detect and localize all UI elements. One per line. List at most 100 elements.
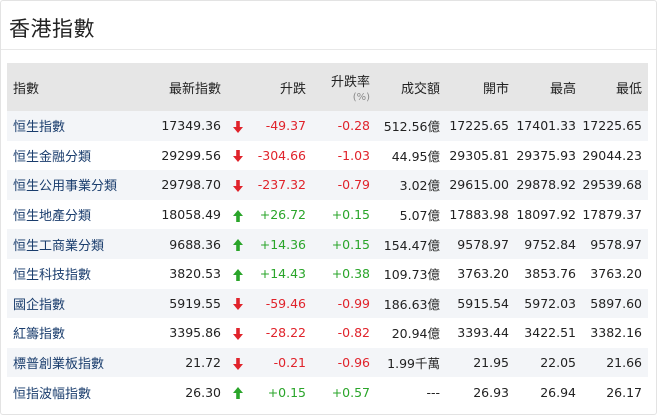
table-row: 恒指波幅指數 26.30 +0.15 +0.57 --- 26.93 26.94…: [7, 377, 648, 407]
col-header-change[interactable]: 升跌: [249, 63, 312, 111]
trend-arrow-icon: [227, 289, 249, 319]
index-name-link[interactable]: 標普創業板指數: [7, 348, 147, 378]
arrow-up-icon: [233, 209, 243, 222]
open-value: 3763.20: [457, 266, 509, 282]
change-value: +14.43: [259, 266, 306, 282]
low-value: 3382.16: [590, 325, 642, 341]
col-header-open[interactable]: 開市: [446, 63, 515, 111]
col-header-turnover[interactable]: 成交額: [376, 63, 446, 111]
open-value: 3393.44: [457, 325, 509, 341]
low-value: 5897.60: [590, 295, 642, 311]
col-header-pct-unit: (%): [352, 92, 370, 103]
low-value: 3763.20: [590, 266, 642, 282]
high-value: 29878.92: [516, 177, 576, 193]
table-row: 恒生公用事業分類 29798.70 -237.32 -0.79 3.02億 29…: [7, 170, 648, 200]
index-name-link[interactable]: 恒生金融分類: [7, 141, 147, 171]
high-value: 22.05: [540, 355, 576, 371]
table-row: 標普創業板指數 21.72 -0.21 -0.96 1.99千萬 21.95 2…: [7, 347, 648, 378]
trend-arrow-icon: [227, 318, 249, 348]
last-value: 26.30: [185, 384, 221, 400]
change-pct-value: +0.15: [331, 236, 370, 252]
low-value: 29044.23: [582, 147, 642, 163]
open-value: 21.95: [473, 355, 509, 371]
index-name-link[interactable]: 恒生指數: [7, 111, 147, 141]
low-value: 21.66: [606, 355, 642, 371]
trend-arrow-icon: [227, 377, 249, 407]
index-name-link[interactable]: 恒生公用事業分類: [7, 170, 147, 200]
index-name-link[interactable]: 國企指數: [7, 289, 147, 319]
change-value: +0.15: [267, 384, 306, 400]
col-header-pct[interactable]: 升跌率 (%): [312, 63, 376, 111]
open-value: 17883.98: [449, 207, 509, 223]
open-value: 29305.81: [449, 147, 509, 163]
col-header-index[interactable]: 指數: [7, 63, 147, 111]
last-value: 18058.49: [161, 207, 221, 223]
last-value: 29299.56: [161, 147, 221, 163]
arrow-down-icon: [233, 180, 243, 193]
table-body: 恒生指數 17349.36 -49.37 -0.28 512.56億 17225…: [7, 111, 648, 407]
index-name-link[interactable]: 恒生工商業分類: [7, 229, 147, 259]
high-value: 18097.92: [516, 207, 576, 223]
change-value: -59.46: [265, 295, 306, 311]
high-value: 9752.84: [524, 236, 576, 252]
trend-arrow-icon: [227, 141, 249, 171]
last-value: 21.72: [185, 355, 221, 371]
table-row: 恒生工商業分類 9688.36 +14.36 +0.15 154.47億 957…: [7, 229, 648, 259]
change-value: -304.66: [257, 147, 306, 163]
arrow-up-icon: [233, 268, 243, 281]
turnover-value: 1.99千萬: [387, 356, 440, 372]
high-value: 29375.93: [516, 147, 576, 163]
arrow-down-icon: [233, 328, 243, 341]
col-header-last[interactable]: 最新指數: [147, 63, 227, 111]
low-value: 29539.68: [582, 177, 642, 193]
change-value: -49.37: [265, 118, 306, 134]
change-pct-value: -1.03: [337, 147, 370, 163]
table-row: 恒生指數 17349.36 -49.37 -0.28 512.56億 17225…: [7, 111, 648, 141]
open-value: 17225.65: [449, 118, 509, 134]
low-value: 17225.65: [582, 118, 642, 134]
col-header-low[interactable]: 最低: [582, 63, 648, 111]
arrow-down-icon: [233, 150, 243, 163]
table-row: 紅籌指數 3395.86 -28.22 -0.82 20.94億 3393.44…: [7, 318, 648, 348]
index-name-link[interactable]: 紅籌指數: [7, 318, 147, 348]
index-name-link[interactable]: 恒生科技指數: [7, 259, 147, 289]
col-header-high[interactable]: 最高: [515, 63, 582, 111]
open-value: 9578.97: [457, 236, 509, 252]
trend-arrow-icon: [227, 259, 249, 289]
trend-arrow-icon: [227, 229, 249, 259]
table-row: 恒生地產分類 18058.49 +26.72 +0.15 5.07億 17883…: [7, 199, 648, 230]
open-value: 26.93: [473, 384, 509, 400]
arrow-up-icon: [233, 387, 243, 400]
turnover-value: 186.63億: [383, 296, 440, 312]
change-pct-value: +0.57: [331, 384, 370, 400]
last-value: 29798.70: [161, 177, 221, 193]
last-value: 5919.55: [169, 295, 221, 311]
table-row: 恒生科技指數 3820.53 +14.43 +0.38 109.73億 3763…: [7, 258, 648, 289]
change-value: +26.72: [259, 207, 306, 223]
arrow-down-icon: [233, 120, 243, 133]
change-value: -0.21: [273, 355, 306, 371]
table-row: 恒生金融分類 29299.56 -304.66 -1.03 44.95億 293…: [7, 140, 648, 171]
arrow-down-icon: [233, 357, 243, 370]
change-pct-value: +0.38: [331, 266, 370, 282]
high-value: 3853.76: [524, 266, 576, 282]
index-name-link[interactable]: 恒指波幅指數: [7, 377, 147, 407]
high-value: 26.94: [540, 384, 576, 400]
turnover-value: 5.07億: [399, 208, 440, 224]
low-value: 17879.37: [582, 207, 642, 223]
change-pct-value: -0.28: [337, 118, 370, 134]
indices-table: 指數 最新指數 升跌 升跌率 (%) 成交額 開市 最高 最低 恒生指數 173…: [7, 63, 648, 407]
last-value: 3820.53: [169, 266, 221, 282]
col-header-pct-label: 升跌率: [330, 75, 370, 90]
hk-indices-panel: 香港指數 指數 最新指數 升跌 升跌率 (%) 成交額 開市 最高 最低 恒生指…: [0, 0, 657, 415]
low-value: 26.17: [606, 384, 642, 400]
index-name-link[interactable]: 恒生地產分類: [7, 200, 147, 230]
open-value: 29615.00: [449, 177, 509, 193]
trend-arrow-icon: [227, 200, 249, 230]
last-value: 17349.36: [161, 118, 221, 134]
change-value: -28.22: [265, 325, 306, 341]
turnover-value: 44.95億: [391, 148, 440, 164]
change-pct-value: -0.79: [337, 177, 370, 193]
trend-arrow-icon: [227, 348, 249, 378]
trend-arrow-icon: [227, 170, 249, 200]
